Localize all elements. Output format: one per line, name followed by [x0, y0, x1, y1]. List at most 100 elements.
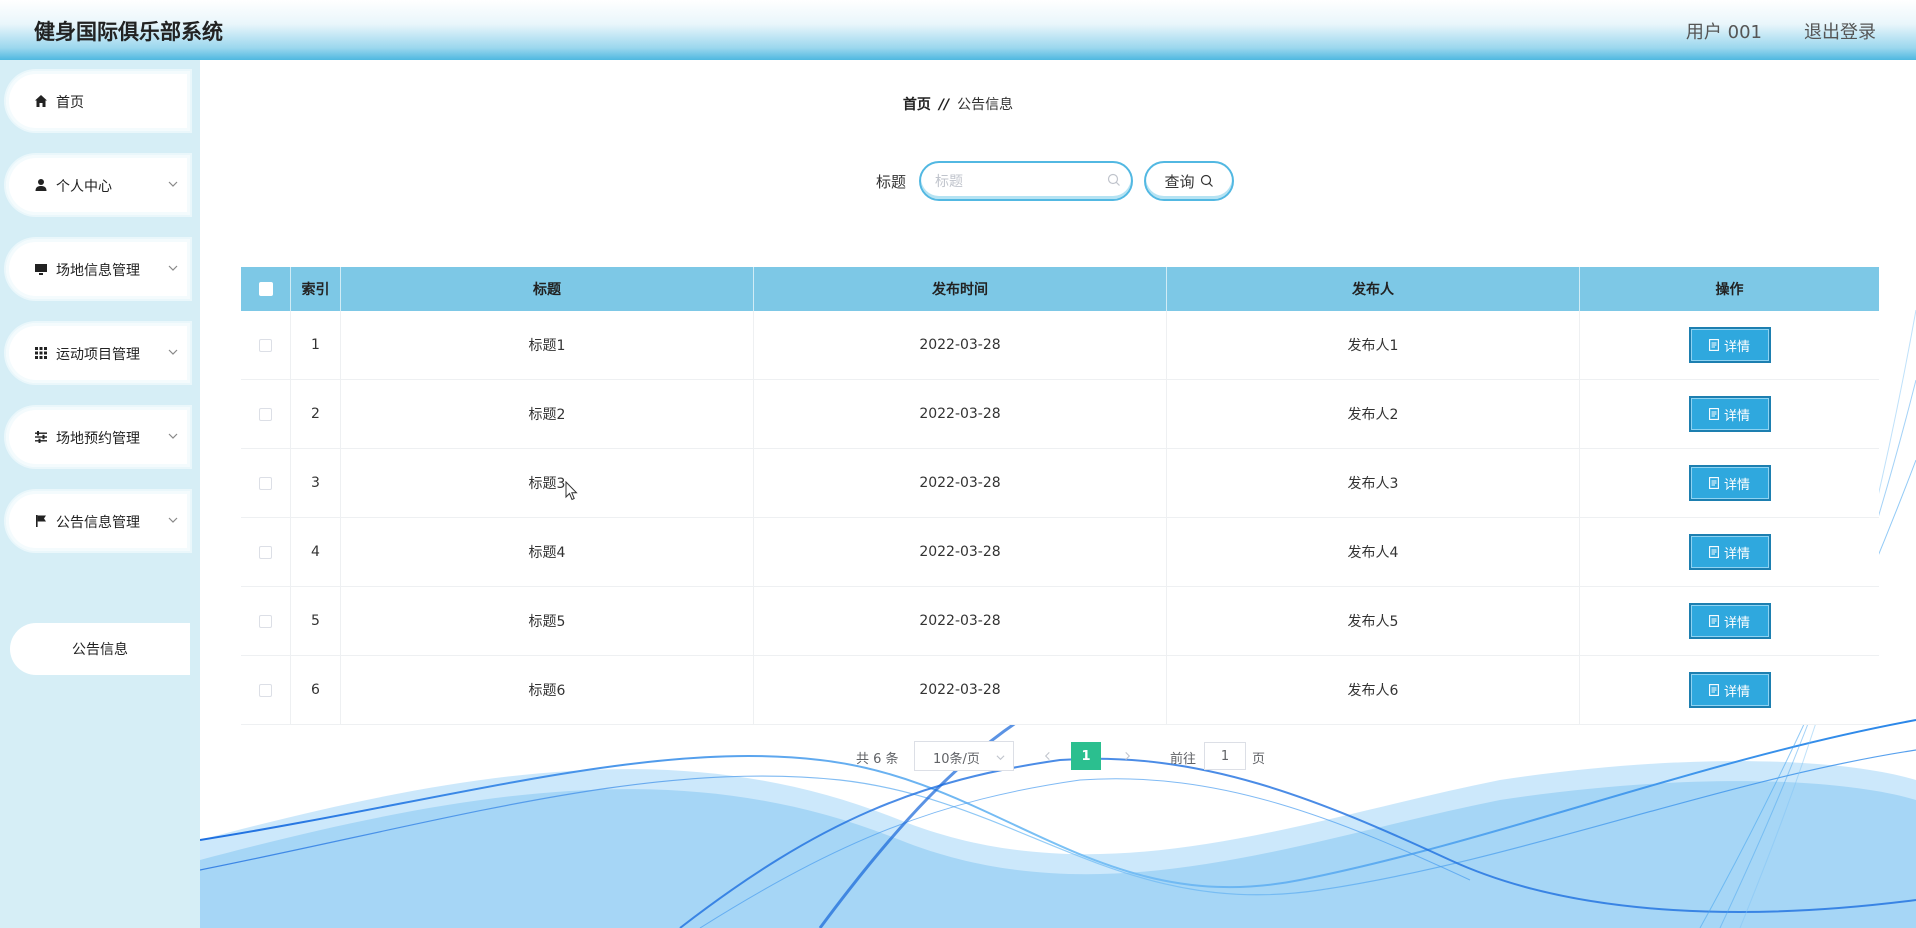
search-icon	[1107, 173, 1120, 186]
sidebar-item-sports-project[interactable]: 运动项目管理	[6, 323, 190, 383]
chevron-down-icon	[168, 517, 178, 523]
mouse-cursor-icon	[565, 481, 578, 501]
document-icon	[1709, 477, 1719, 489]
page-size-select[interactable]: 10条/页	[914, 741, 1014, 771]
row-checkbox[interactable]	[259, 545, 272, 559]
row-publisher: 发布人5	[1167, 587, 1580, 655]
row-title: 标题1	[341, 311, 754, 379]
header-index: 索引	[291, 267, 341, 311]
monitor-icon	[35, 264, 47, 275]
detail-button[interactable]: 详情	[1688, 603, 1771, 639]
row-publisher: 发布人4	[1167, 518, 1580, 586]
sidebar-item-notice-management[interactable]: 公告信息管理	[6, 491, 190, 551]
row-index: 6	[291, 656, 341, 724]
search-label: 标题	[876, 173, 907, 191]
detail-button[interactable]: 详情	[1688, 396, 1771, 432]
row-checkbox[interactable]	[259, 614, 272, 628]
document-icon	[1709, 615, 1719, 627]
row-title: 标题6	[341, 656, 754, 724]
row-checkbox[interactable]	[259, 683, 272, 697]
sidebar-item-personal-center[interactable]: 个人中心	[6, 155, 190, 215]
sidebar-item-venue-info[interactable]: 场地信息管理	[6, 239, 190, 299]
sidebar-item-home[interactable]: 首页	[6, 71, 190, 131]
row-index: 2	[291, 380, 341, 448]
document-icon	[1709, 408, 1719, 420]
detail-button-label: 详情	[1723, 408, 1750, 424]
home-icon	[35, 95, 47, 107]
chevron-left-icon	[1044, 752, 1050, 760]
header-title: 标题	[341, 267, 754, 311]
table-row: 6 标题6 2022-03-28 发布人6 详情	[241, 656, 1879, 725]
page-suffix: 页	[1252, 752, 1266, 767]
row-publisher: 发布人2	[1167, 380, 1580, 448]
header-time: 发布时间	[754, 267, 1167, 311]
table-row: 4 标题4 2022-03-28 发布人4 详情	[241, 518, 1879, 587]
flag-icon	[36, 515, 46, 527]
row-publisher: 发布人3	[1167, 449, 1580, 517]
sidebar-subitem-label: 公告信息	[72, 642, 128, 658]
row-time: 2022-03-28	[754, 518, 1167, 586]
query-button-label: 查询	[1164, 172, 1195, 191]
sidebar-item-label: 个人中心	[56, 179, 112, 195]
select-all-checkbox[interactable]	[258, 282, 273, 296]
query-button[interactable]: 查询	[1144, 161, 1234, 201]
chevron-down-icon	[168, 181, 178, 187]
row-title: 标题4	[341, 518, 754, 586]
sidebar: 首页 个人中心 场地信息管理 运动项目管理 场地预约管理 公告信息管理 公告信息	[0, 60, 200, 928]
breadcrumb-separator: //	[938, 97, 950, 113]
detail-button-label: 详情	[1723, 615, 1750, 631]
detail-button[interactable]: 详情	[1688, 672, 1771, 708]
row-checkbox[interactable]	[259, 338, 272, 352]
table-header: 索引 标题 发布时间 发布人 操作	[241, 267, 1879, 311]
detail-button[interactable]: 详情	[1688, 465, 1771, 501]
goto-label: 前往	[1170, 752, 1197, 767]
breadcrumb-current: 公告信息	[957, 97, 1014, 113]
notice-table: 索引 标题 发布时间 发布人 操作 1 标题1 2022-03-28 发布人1 …	[241, 267, 1879, 725]
document-icon	[1709, 546, 1719, 558]
user-label[interactable]: 用户 001	[1686, 18, 1762, 44]
row-time: 2022-03-28	[754, 449, 1167, 517]
table-row: 5 标题5 2022-03-28 发布人5 详情	[241, 587, 1879, 656]
detail-button-label: 详情	[1723, 546, 1750, 562]
breadcrumb-home[interactable]: 首页	[903, 97, 931, 113]
detail-button[interactable]: 详情	[1688, 534, 1771, 570]
sidebar-item-venue-booking[interactable]: 场地预约管理	[6, 407, 190, 467]
chevron-down-icon	[168, 349, 178, 355]
page-number-current[interactable]: 1	[1071, 742, 1101, 770]
detail-button-label: 详情	[1723, 339, 1750, 355]
grid-icon	[35, 347, 47, 359]
detail-button[interactable]: 详情	[1688, 327, 1771, 363]
sidebar-item-label: 场地预约管理	[56, 431, 140, 447]
header-publisher: 发布人	[1167, 267, 1580, 311]
row-index: 4	[291, 518, 341, 586]
sidebar-item-label: 公告信息管理	[56, 515, 140, 531]
detail-button-label: 详情	[1723, 684, 1750, 700]
document-icon	[1709, 684, 1719, 696]
row-title: 标题5	[341, 587, 754, 655]
search-field[interactable]	[919, 161, 1133, 201]
header-select-all[interactable]	[241, 267, 291, 311]
prev-page-button[interactable]	[1036, 744, 1058, 768]
header-actions: 操作	[1715, 282, 1744, 298]
sidebar-item-label: 运动项目管理	[56, 347, 140, 363]
row-checkbox[interactable]	[259, 476, 272, 490]
table-row: 2 标题2 2022-03-28 发布人2 详情	[241, 380, 1879, 449]
breadcrumb: 首页 // 公告信息	[200, 94, 1716, 114]
row-checkbox[interactable]	[259, 407, 272, 421]
user-icon	[35, 179, 47, 191]
chevron-down-icon	[168, 265, 178, 271]
search-icon	[1200, 174, 1213, 187]
row-title: 标题3	[341, 449, 754, 517]
page-size-value: 10条/页	[933, 752, 980, 767]
chevron-down-icon	[996, 755, 1005, 761]
sidebar-subitem-notice-info[interactable]: 公告信息	[10, 623, 190, 675]
goto-page-input[interactable]: 1	[1204, 742, 1246, 770]
row-time: 2022-03-28	[754, 656, 1167, 724]
sliders-icon	[35, 431, 47, 443]
table-row: 1 标题1 2022-03-28 发布人1 详情	[241, 311, 1879, 380]
next-page-button[interactable]	[1116, 744, 1138, 768]
top-bar: 健身国际俱乐部系统 用户 001 退出登录	[0, 0, 1916, 60]
search-input[interactable]	[935, 172, 1095, 192]
logout-button[interactable]: 退出登录	[1804, 18, 1876, 44]
row-publisher: 发布人1	[1167, 311, 1580, 379]
